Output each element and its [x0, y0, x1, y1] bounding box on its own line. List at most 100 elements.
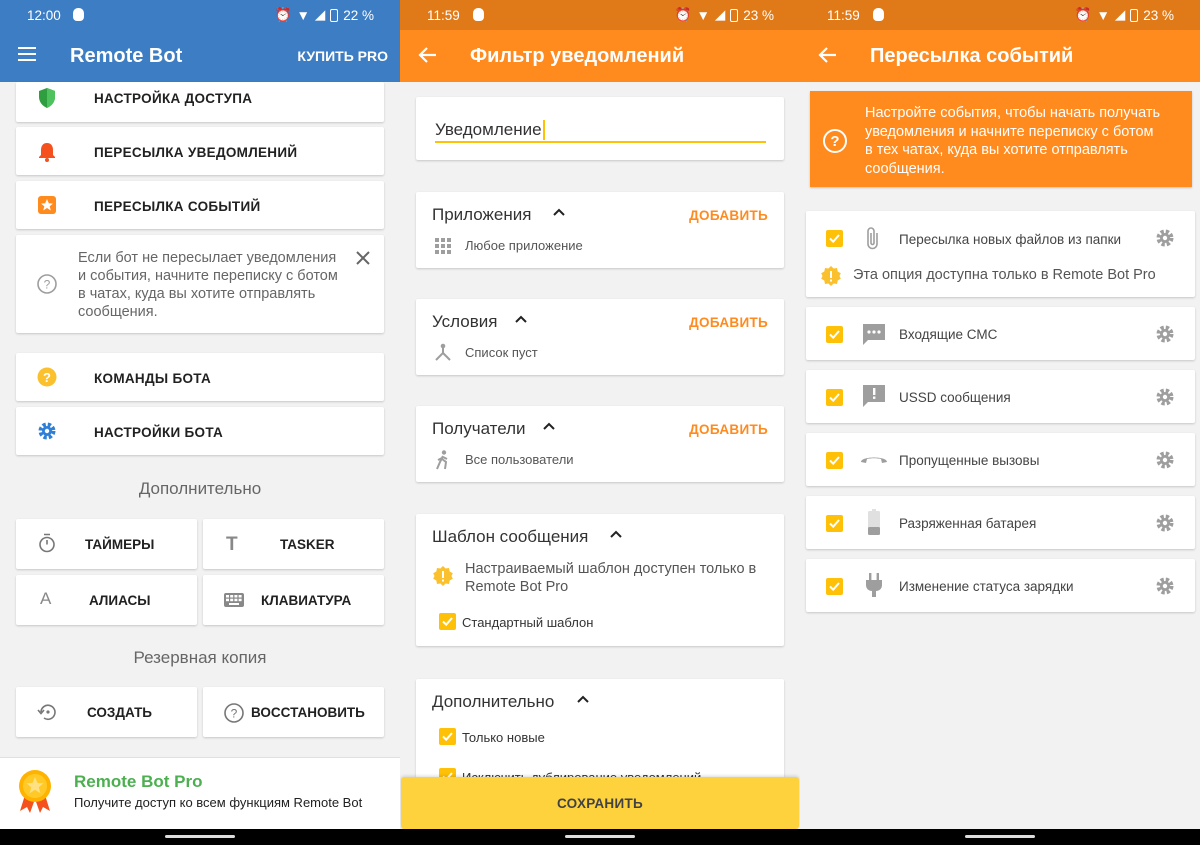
chevron-up-icon[interactable] — [610, 530, 622, 538]
status-bar: 11:59 ⏰ ▼ ◢ 23 % — [800, 0, 1200, 30]
chevron-up-icon[interactable] — [515, 315, 527, 323]
chevron-up-icon[interactable] — [543, 422, 555, 430]
signal-icon: ◢ — [1114, 7, 1126, 22]
gear-icon[interactable] — [1155, 387, 1175, 407]
home-gesture-pill[interactable] — [965, 835, 1035, 838]
hint-text: Если бот не пересылает уведомления и соб… — [78, 250, 338, 320]
filter-name-input[interactable]: Уведомление — [435, 120, 545, 140]
sms-checkbox[interactable] — [826, 326, 843, 343]
back-arrow-icon[interactable] — [818, 46, 838, 64]
missed-calls-label: Пропущенные вызовы — [899, 453, 1040, 468]
check-icon — [829, 234, 840, 244]
tasker-button[interactable]: T TASKER — [203, 519, 384, 569]
template-card: Шаблон сообщения Настраиваемый шаблон до… — [416, 514, 784, 646]
bell-icon — [39, 143, 55, 162]
charging-checkbox[interactable] — [826, 578, 843, 595]
chevron-up-icon[interactable] — [577, 695, 589, 703]
status-bar: 11:59 ⏰ ▼ ◢ 23 % — [400, 0, 800, 30]
filter-name-card: Уведомление — [416, 97, 784, 160]
gear-icon[interactable] — [1155, 228, 1175, 248]
chevron-up-icon[interactable] — [553, 208, 565, 216]
low-battery-checkbox[interactable] — [826, 515, 843, 532]
add-condition-button[interactable]: ДОБАВИТЬ — [689, 315, 768, 330]
home-gesture-pill[interactable] — [165, 835, 235, 838]
wifi-icon: ▼ — [696, 7, 710, 23]
alert-decagram-icon — [433, 566, 453, 586]
charging-label: Изменение статуса зарядки — [899, 579, 1074, 594]
apps-card: Приложения ДОБАВИТЬ Любое приложение — [416, 192, 784, 268]
hint-card: ? Если бот не пересылает уведомления и с… — [16, 235, 384, 333]
recipients-title: Получатели — [432, 419, 526, 438]
menu-hamburger-icon[interactable] — [18, 46, 38, 62]
apps-value: Любое приложение — [465, 238, 583, 253]
status-bar: 12:00 ⏰ ▼ ◢ 22 % — [0, 0, 400, 30]
gear-icon[interactable] — [1155, 324, 1175, 344]
close-icon[interactable] — [355, 250, 371, 266]
event-star-icon — [38, 196, 56, 214]
buy-pro-button[interactable]: КУПИТЬ PRO — [297, 48, 388, 64]
folder-label: Пересылка новых файлов из папки — [899, 232, 1122, 247]
battery-percent: 23 % — [743, 7, 774, 23]
input-underline — [435, 141, 766, 143]
save-button[interactable]: СОХРАНИТЬ — [401, 777, 799, 829]
wifi-icon: ▼ — [1096, 7, 1110, 23]
status-time: 11:59 — [827, 8, 860, 23]
restore-backup-button[interactable]: ? ВОССТАНОВИТЬ — [203, 687, 384, 737]
svg-text:?: ? — [231, 707, 238, 721]
tasker-label: TASKER — [280, 537, 335, 552]
default-template-checkbox[interactable] — [439, 613, 456, 630]
pro-promo-banner[interactable]: Remote Bot Pro Получите доступ ко всем ф… — [0, 757, 400, 829]
gear-icon[interactable] — [1155, 450, 1175, 470]
banner-text: Настройте события, чтобы начать получать… — [865, 105, 1161, 177]
screen-title: Пересылка событий — [870, 45, 1074, 67]
screen-event-forwarding: 11:59 ⏰ ▼ ◢ 23 % Пересылка событий ? Нас… — [800, 0, 1200, 845]
only-new-checkbox[interactable] — [439, 728, 456, 745]
add-app-button[interactable]: ДОБАВИТЬ — [689, 208, 768, 223]
event-missed-calls-row[interactable]: Пропущенные вызовы — [806, 433, 1195, 486]
battery-icon — [1130, 8, 1139, 22]
system-nav-bar — [400, 829, 800, 845]
alarm-icon: ⏰ — [274, 7, 292, 22]
menu-item-events[interactable]: ПЕРЕСЫЛКА СОБЫТИЙ — [16, 181, 384, 229]
recipients-card: Получатели ДОБАВИТЬ Все пользователи — [416, 406, 784, 482]
timers-button[interactable]: ТАЙМЕРЫ — [16, 519, 197, 569]
event-low-battery-row[interactable]: Разряженная батарея — [806, 496, 1195, 549]
check-icon — [829, 393, 840, 403]
event-charging-row[interactable]: Изменение статуса зарядки — [806, 559, 1195, 612]
menu-item-bot-commands[interactable]: ? КОМАНДЫ БОТА — [16, 353, 384, 401]
add-recipient-button[interactable]: ДОБАВИТЬ — [689, 422, 768, 437]
check-icon — [829, 519, 840, 529]
create-backup-button[interactable]: СОЗДАТЬ — [16, 687, 197, 737]
recipients-value: Все пользователи — [465, 452, 574, 467]
event-ussd-row[interactable]: USSD сообщения — [806, 370, 1195, 423]
aliases-button[interactable]: A АЛИАСЫ — [16, 575, 197, 625]
timers-label: ТАЙМЕРЫ — [85, 537, 155, 552]
gear-icon — [38, 422, 56, 440]
svg-text:?: ? — [43, 370, 51, 385]
event-folder-row[interactable]: Пересылка новых файлов из папки Эта опци… — [806, 211, 1195, 297]
home-gesture-pill[interactable] — [565, 835, 635, 838]
sms-icon — [863, 324, 885, 345]
missed-calls-checkbox[interactable] — [826, 452, 843, 469]
battery-percent: 22 % — [343, 7, 374, 23]
keyboard-button[interactable]: КЛАВИАТУРА — [203, 575, 384, 625]
menu-item-notifications[interactable]: ПЕРЕСЫЛКА УВЕДОМЛЕНИЙ — [16, 127, 384, 175]
keyboard-label: КЛАВИАТУРА — [261, 593, 352, 608]
gear-icon[interactable] — [1155, 513, 1175, 533]
alarm-icon: ⏰ — [674, 7, 692, 22]
battery-icon — [330, 8, 339, 22]
gear-icon[interactable] — [1155, 576, 1175, 596]
menu-item-bot-settings[interactable]: НАСТРОЙКИ БОТА — [16, 407, 384, 455]
notification-app-icon — [73, 8, 84, 21]
pro-badge-icon — [19, 770, 51, 813]
section-title-backup: Резервная копия — [133, 648, 267, 667]
menu-item-access[interactable]: НАСТРОЙКА ДОСТУПА — [16, 82, 384, 122]
event-sms-row[interactable]: Входящие СМС — [806, 307, 1195, 360]
svg-text:?: ? — [830, 133, 839, 150]
promo-title: Remote Bot Pro — [74, 772, 203, 791]
missed-call-icon — [861, 457, 887, 463]
back-arrow-icon[interactable] — [418, 46, 438, 64]
folder-checkbox[interactable] — [826, 230, 843, 247]
ussd-checkbox[interactable] — [826, 389, 843, 406]
status-icons: ⏰ ▼ ◢ 23 % — [1075, 7, 1174, 23]
